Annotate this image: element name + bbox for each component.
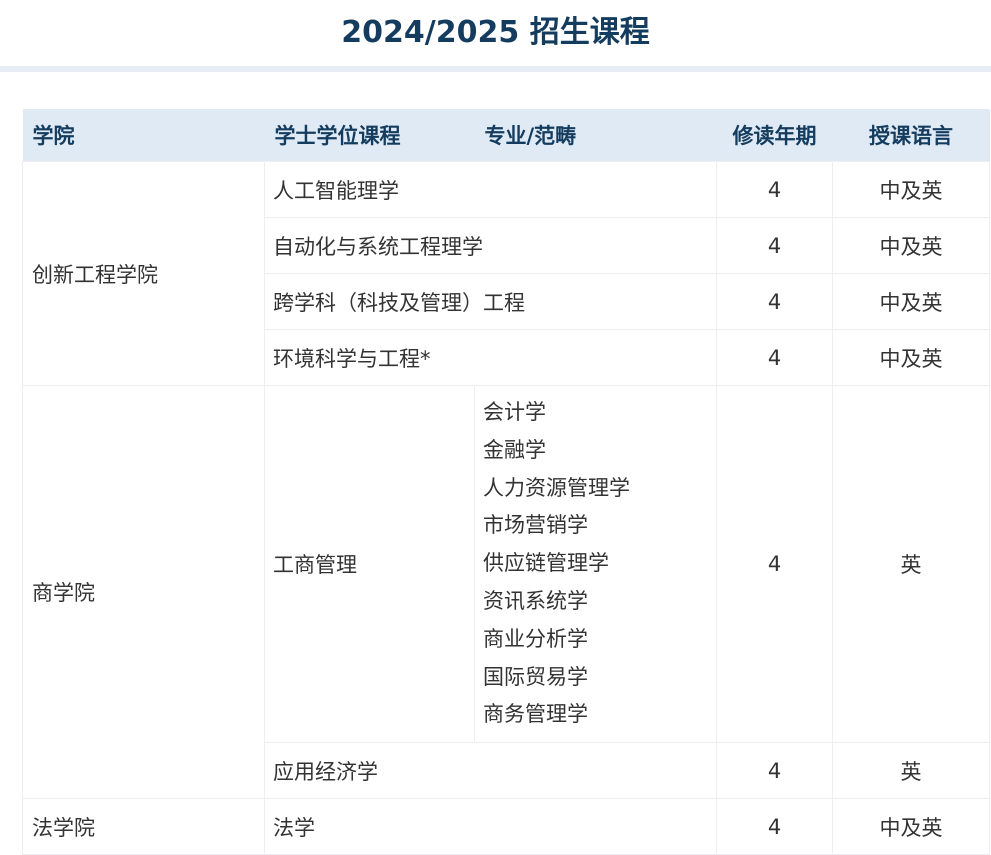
programs-table-container: 学院 学士学位课程 专业/范畴 修读年期 授课语言 创新工程学院 人工智能理学 …: [22, 109, 990, 855]
table-row: 法学院 法学 4 中及英: [22, 798, 990, 855]
header-language: 授课语言: [832, 109, 990, 162]
majors-cell: 会计学 金融学 人力资源管理学 市场营销学 供应链管理学 资讯系统学 商业分析学…: [474, 384, 717, 744]
major-item: 供应链管理学: [483, 551, 609, 576]
program-cell: 法学: [264, 798, 717, 855]
college-cell: 法学院: [22, 798, 265, 855]
duration-cell: 4: [716, 329, 833, 386]
language-cell: 中及英: [832, 217, 990, 274]
header-major: 专业/范畴: [474, 109, 717, 162]
program-cell: 工商管理: [264, 384, 475, 744]
table-row: 创新工程学院 人工智能理学 4 中及英: [22, 161, 990, 386]
duration-cell: 4: [716, 273, 833, 330]
program-cell: 应用经济学: [264, 742, 717, 800]
major-item: 国际贸易学: [483, 664, 588, 689]
college-cell: 商学院: [22, 384, 265, 800]
header-duration: 修读年期: [716, 109, 833, 162]
header-program: 学士学位课程: [264, 109, 475, 162]
duration-cell: 4: [716, 217, 833, 274]
page-title: 2024/2025 招生课程: [0, 0, 991, 72]
header-college: 学院: [22, 109, 265, 162]
major-item: 会计学: [483, 400, 546, 424]
program-cell: 环境科学与工程*: [264, 329, 717, 386]
duration-cell: 4: [716, 161, 833, 218]
language-cell: 中及英: [832, 273, 990, 330]
language-cell: 中及英: [832, 798, 990, 855]
college-cell: 创新工程学院: [22, 161, 265, 386]
major-item: 市场营销学: [483, 513, 588, 538]
program-cell: 自动化与系统工程理学: [264, 217, 717, 274]
major-item: 商务管理学: [483, 702, 588, 727]
table-row: 商学院 工商管理 会计学 金融学 人力资源管理学 市场营销学 供应链管理学 资讯…: [22, 384, 990, 800]
language-cell: 英: [832, 742, 990, 800]
duration-cell: 4: [716, 384, 833, 744]
language-cell: 中及英: [832, 161, 990, 218]
language-cell: 英: [832, 384, 990, 744]
program-cell: 跨学科（科技及管理）工程: [264, 273, 717, 330]
program-cell: 人工智能理学: [264, 161, 717, 218]
duration-cell: 4: [716, 742, 833, 800]
major-item: 金融学: [483, 437, 546, 462]
programs-table: 学院 学士学位课程 专业/范畴 修读年期 授课语言 创新工程学院 人工智能理学 …: [22, 109, 990, 855]
major-item: 人力资源管理学: [483, 475, 630, 500]
duration-cell: 4: [716, 798, 833, 855]
major-item: 资讯系统学: [483, 588, 588, 613]
table-header-row: 学院 学士学位课程 专业/范畴 修读年期 授课语言: [22, 109, 990, 162]
major-item: 商业分析学: [483, 626, 588, 651]
language-cell: 中及英: [832, 329, 990, 386]
